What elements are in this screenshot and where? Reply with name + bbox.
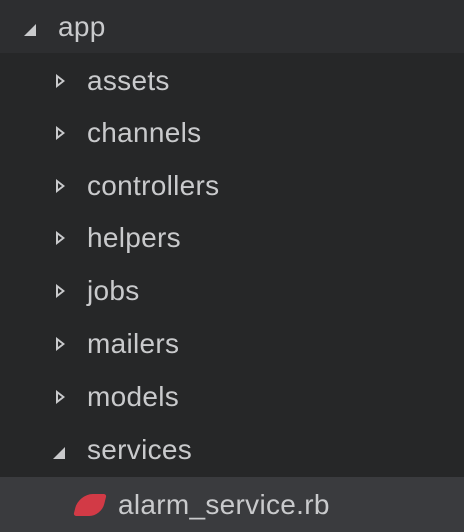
collapsed-arrow-icon[interactable]	[56, 337, 65, 351]
collapsed-arrow-icon[interactable]	[56, 284, 65, 298]
tree-item-label: mailers	[87, 328, 180, 359]
tree-folder-services[interactable]: services	[0, 424, 464, 476]
tree-folder-models[interactable]: models	[0, 371, 464, 423]
collapsed-arrow-icon[interactable]	[56, 74, 65, 88]
expanded-arrow-icon[interactable]	[53, 447, 65, 459]
tree-folder-channels[interactable]: channels	[0, 107, 464, 159]
collapsed-arrow-icon[interactable]	[56, 390, 65, 404]
expanded-arrow-icon[interactable]	[24, 23, 36, 36]
collapsed-arrow-icon[interactable]	[56, 231, 65, 245]
tree-folder-assets[interactable]: assets	[0, 55, 464, 107]
tree-item-label: helpers	[87, 222, 181, 253]
file-tree: app assets channels controllers helpers …	[0, 0, 464, 532]
tree-folder-helpers[interactable]: helpers	[0, 212, 464, 264]
tree-folder-jobs[interactable]: jobs	[0, 265, 464, 317]
tree-root-app[interactable]: app	[0, 0, 464, 53]
tree-file-alarm-service[interactable]: alarm_service.rb	[0, 477, 464, 532]
tree-item-label: jobs	[87, 275, 140, 306]
tree-item-label: alarm_service.rb	[118, 488, 330, 520]
collapsed-arrow-icon[interactable]	[56, 179, 65, 193]
tree-folder-mailers[interactable]: mailers	[0, 318, 464, 370]
tree-item-label: controllers	[87, 170, 220, 201]
tree-item-label: assets	[87, 65, 170, 96]
tree-item-label: channels	[87, 117, 202, 148]
ruby-file-icon	[73, 493, 107, 516]
tree-item-label: services	[87, 434, 193, 465]
tree-item-label: app	[58, 10, 106, 42]
tree-item-label: models	[87, 381, 180, 412]
collapsed-arrow-icon[interactable]	[56, 126, 65, 140]
tree-folder-controllers[interactable]: controllers	[0, 160, 464, 212]
